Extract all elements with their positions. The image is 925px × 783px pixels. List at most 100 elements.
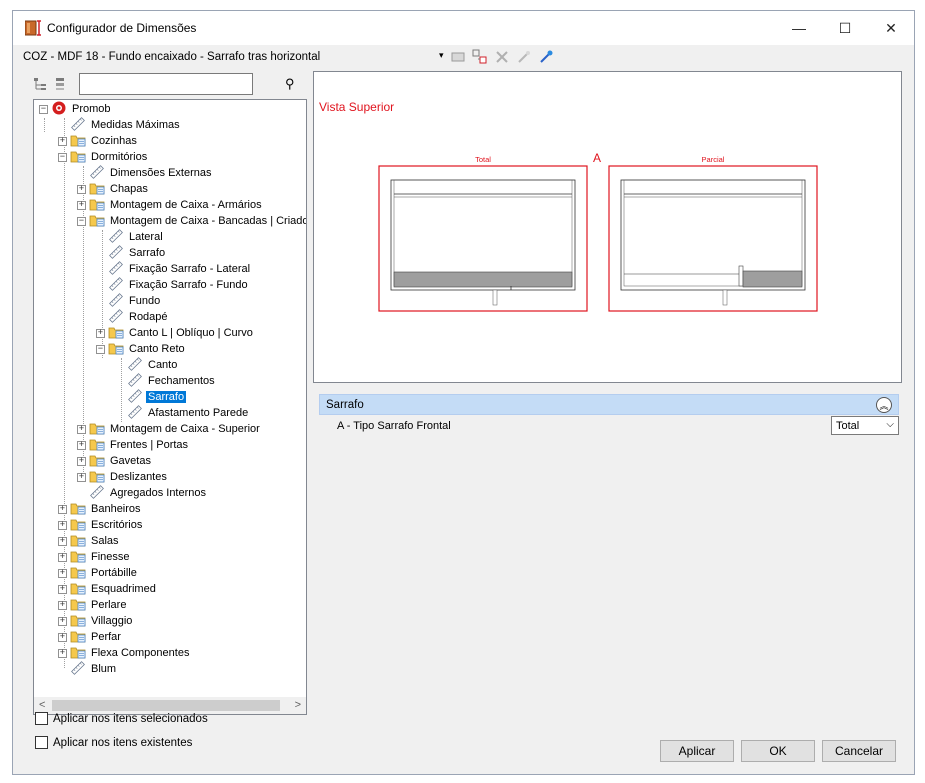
tree-node[interactable]: + Montagem de Caixa - Superior — [77, 421, 262, 437]
tree-node[interactable]: Canto — [115, 356, 179, 373]
expand-icon[interactable]: + — [77, 424, 86, 434]
expand-icon[interactable]: + — [58, 552, 67, 562]
expand-icon[interactable]: + — [58, 584, 67, 594]
expand-icon[interactable]: + — [58, 520, 67, 530]
maximize-button[interactable]: ☐ — [822, 11, 868, 45]
expand-icon[interactable]: + — [58, 632, 67, 642]
tree-node[interactable]: Blum — [58, 660, 118, 677]
tree-node[interactable]: + Deslizantes — [77, 469, 169, 485]
tree-node[interactable]: + Finesse — [58, 549, 132, 565]
tree-search-input[interactable] — [79, 73, 253, 95]
partial-variant-drawing — [608, 165, 818, 312]
dialog-window: Configurador de Dimensões — ☐ ✕ COZ - MD… — [12, 10, 915, 775]
expand-icon[interactable]: + — [58, 136, 67, 146]
expand-icon[interactable]: + — [77, 440, 86, 450]
tree-node-label: Fixação Sarrafo - Fundo — [129, 279, 248, 291]
expand-icon[interactable]: + — [58, 600, 67, 610]
tree-node[interactable]: + Chapas — [77, 181, 150, 197]
measure-tool-icon[interactable] — [515, 48, 533, 66]
ruler-icon — [108, 260, 127, 278]
tree-node[interactable]: Dimensões Externas — [77, 164, 214, 181]
expand-icon[interactable]: + — [58, 504, 67, 514]
tree-node[interactable]: + Canto L | Oblíquo | Curvo — [96, 325, 255, 341]
tree-node[interactable]: Lateral — [96, 228, 165, 245]
cancel-button[interactable]: Cancelar — [822, 740, 896, 762]
tree-node[interactable]: + Gavetas — [77, 453, 153, 469]
tree-node[interactable]: Agregados Internos — [77, 484, 208, 501]
property-group-header[interactable]: Sarrafo ︽ — [319, 394, 899, 415]
tree-node[interactable]: + Banheiros — [58, 501, 143, 517]
expand-icon[interactable]: + — [77, 472, 86, 482]
apply-selected-checkbox[interactable]: Aplicar nos itens selecionados — [35, 712, 208, 725]
display-icon[interactable] — [449, 48, 467, 66]
folder-icon — [89, 469, 108, 486]
tree-node[interactable]: Sarrafo — [96, 244, 167, 261]
tree-node[interactable]: Fundo — [96, 292, 162, 309]
folder-icon — [70, 549, 89, 566]
ok-button[interactable]: OK — [741, 740, 815, 762]
tree-collapse-icon[interactable] — [53, 77, 67, 91]
expand-icon[interactable]: + — [77, 184, 86, 194]
tree-node-label: Sarrafo — [129, 247, 166, 259]
tree-node[interactable]: + Montagem de Caixa - Armários — [77, 197, 264, 213]
minimize-button[interactable]: — — [776, 11, 822, 45]
expand-icon[interactable]: + — [77, 456, 86, 466]
tree-node[interactable]: − Montagem de Caixa - Bancadas | Criado — [77, 213, 307, 229]
tree-node[interactable]: + Perfar — [58, 629, 123, 645]
tree-node[interactable]: Afastamento Parede — [115, 404, 250, 422]
tree-expand-icon[interactable] — [33, 77, 47, 91]
collapse-node-icon[interactable]: − — [39, 104, 48, 114]
copy-settings-icon[interactable] — [471, 48, 489, 66]
ruler-icon — [127, 404, 146, 422]
tree-node[interactable]: Fixação Sarrafo - Fundo — [96, 276, 250, 293]
tree-node[interactable]: + Esquadrimed — [58, 581, 158, 597]
sarrafo-type-select[interactable]: Total ⌵ — [831, 416, 899, 435]
expand-icon[interactable]: + — [77, 200, 86, 210]
delete-icon[interactable] — [493, 48, 511, 66]
tree-node[interactable]: + Salas — [58, 533, 121, 549]
tree-node[interactable]: + Portábille — [58, 565, 139, 581]
collapse-icon[interactable]: ︽ — [876, 397, 892, 413]
scroll-thumb[interactable] — [52, 700, 280, 711]
tree-node[interactable]: Fechamentos — [115, 372, 217, 389]
folder-icon — [89, 181, 108, 198]
expand-icon[interactable]: + — [58, 616, 67, 626]
tree-node[interactable]: Rodapé — [96, 308, 170, 325]
collapse-node-icon[interactable]: − — [77, 216, 86, 226]
folder-icon — [70, 613, 89, 630]
tree-node[interactable]: + Cozinhas — [58, 133, 139, 149]
checkbox-box[interactable] — [35, 736, 48, 749]
binoculars-icon[interactable]: ⚲ — [285, 76, 295, 92]
tree-node[interactable]: − Canto Reto — [96, 341, 187, 357]
scroll-right-icon[interactable]: > — [295, 699, 301, 711]
edit-measure-icon[interactable] — [537, 48, 555, 66]
tree-node[interactable]: − Dormitórios — [58, 149, 149, 165]
expand-icon[interactable]: + — [58, 648, 67, 658]
tree-node[interactable]: + Flexa Componentes — [58, 645, 191, 661]
tree-node-label: Perfar — [91, 631, 121, 643]
expand-icon[interactable]: + — [58, 536, 67, 546]
collapse-node-icon[interactable]: − — [96, 344, 105, 354]
checkbox-box[interactable] — [35, 712, 48, 725]
tree-node[interactable]: Sarrafo — [115, 388, 187, 405]
tree-node[interactable]: − Promob — [39, 101, 113, 117]
tree-node[interactable]: + Escritórios — [58, 517, 144, 533]
tree-node[interactable]: + Perlare — [58, 597, 128, 613]
tree-node-label: Fundo — [129, 295, 161, 307]
collapse-node-icon[interactable]: − — [58, 152, 67, 162]
tree-node[interactable]: + Villaggio — [58, 613, 134, 629]
tree-node-label: Salas — [91, 535, 119, 547]
apply-existing-checkbox[interactable]: Aplicar nos itens existentes — [35, 736, 192, 749]
tree-node[interactable]: Medidas Máximas — [58, 116, 182, 133]
tree-node-label: Montagem de Caixa - Bancadas | Criado — [110, 215, 307, 227]
path-dropdown-icon[interactable]: ▾ — [439, 50, 444, 61]
category-tree[interactable]: − Promob Medidas Máximas + Cozinhas − Dormitór… — [33, 99, 307, 715]
expand-icon[interactable]: + — [96, 328, 105, 338]
apply-button[interactable]: Aplicar — [660, 740, 734, 762]
folder-icon — [108, 341, 127, 358]
close-button[interactable]: ✕ — [868, 11, 914, 45]
tree-node[interactable]: Fixação Sarrafo - Lateral — [96, 260, 252, 278]
scroll-left-icon[interactable]: < — [39, 699, 45, 711]
expand-icon[interactable]: + — [58, 568, 67, 578]
tree-node[interactable]: + Frentes | Portas — [77, 437, 190, 453]
